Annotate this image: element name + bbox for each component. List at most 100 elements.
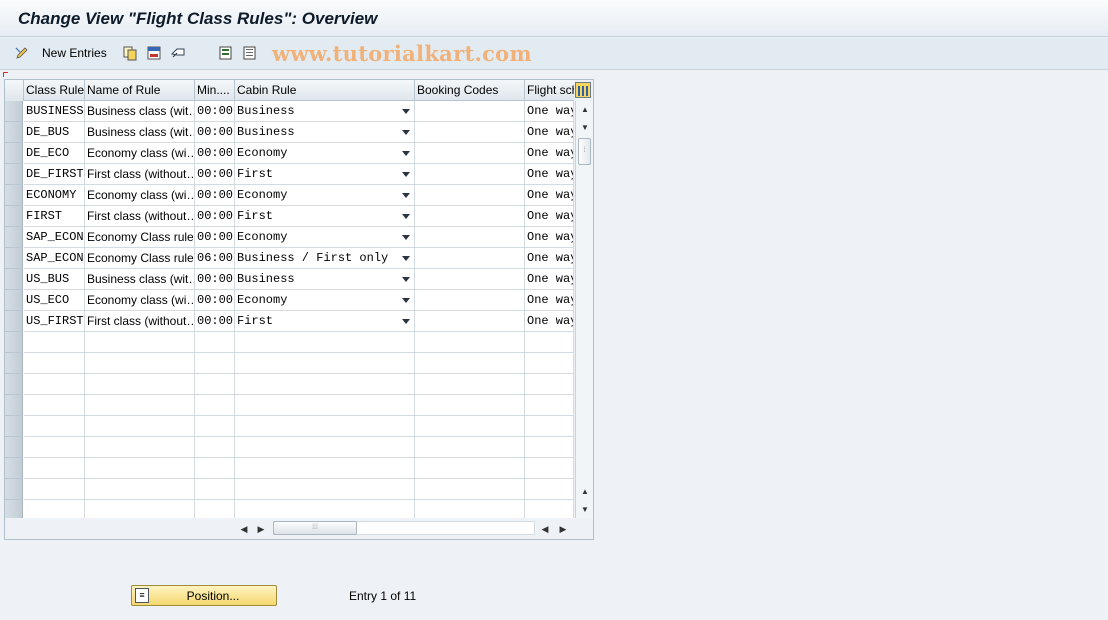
cell-name-of-rule-text: Economy Class rules xyxy=(87,230,195,244)
scroll-far-left-icon[interactable]: ◀ xyxy=(539,523,551,535)
column-header-booking-codes[interactable]: Booking Codes xyxy=(415,80,525,101)
column-header-cabin-rule[interactable]: Cabin Rule xyxy=(235,80,415,101)
vertical-scrollbar[interactable]: ▲ ▼ ⁞ ▲ ▼ xyxy=(575,101,593,518)
new-entries-button[interactable]: New Entries xyxy=(42,46,107,60)
cell-min[interactable]: 00:00 xyxy=(195,227,235,248)
dropdown-arrow-icon[interactable] xyxy=(402,193,410,198)
cell-min[interactable]: 06:00 xyxy=(195,248,235,269)
cell-cabin-rule[interactable]: Business xyxy=(235,122,415,143)
horizontal-scrollbar[interactable]: ◀ ▶ ⁞⁞⁞ ◀ ▶ xyxy=(5,519,593,539)
row-selector[interactable] xyxy=(5,311,23,332)
cell-cabin-rule[interactable]: First xyxy=(235,311,415,332)
column-header-class-rule[interactable]: Class Rule xyxy=(24,80,85,101)
row-selector[interactable] xyxy=(5,500,23,518)
dropdown-arrow-icon[interactable] xyxy=(402,109,410,114)
cell-booking-codes[interactable] xyxy=(415,227,525,248)
row-selector[interactable] xyxy=(5,143,23,164)
row-selector[interactable] xyxy=(5,374,23,395)
undo-icon[interactable] xyxy=(170,45,186,61)
scroll-page-up-icon[interactable]: ▼ xyxy=(579,121,591,133)
scroll-left-icon[interactable]: ◀ xyxy=(238,523,250,535)
dropdown-arrow-icon[interactable] xyxy=(402,214,410,219)
delete-icon[interactable] xyxy=(146,45,162,61)
cell-min[interactable]: 00:00 xyxy=(195,206,235,227)
row-selector[interactable] xyxy=(5,248,23,269)
application-toolbar: New Entries www.tutorialkart.com xyxy=(0,38,1108,70)
vertical-scroll-thumb[interactable]: ⁞ xyxy=(578,138,591,165)
cell-cabin-rule[interactable]: Business xyxy=(235,269,415,290)
cell-min[interactable]: 00:00 xyxy=(195,185,235,206)
row-selector[interactable] xyxy=(5,185,23,206)
column-header-flight-schedule[interactable]: Flight sch xyxy=(525,80,574,101)
cell-class-rule xyxy=(24,500,85,518)
cell-booking-codes[interactable] xyxy=(415,122,525,143)
cell-booking-codes[interactable] xyxy=(415,269,525,290)
cell-booking-codes[interactable] xyxy=(415,185,525,206)
dropdown-arrow-icon[interactable] xyxy=(402,151,410,156)
row-selector[interactable] xyxy=(5,437,23,458)
column-header-name-of-rule[interactable]: Name of Rule xyxy=(85,80,195,101)
cell-booking-codes[interactable] xyxy=(415,101,525,122)
scroll-right-icon[interactable]: ▶ xyxy=(255,523,267,535)
dropdown-arrow-icon[interactable] xyxy=(402,256,410,261)
position-button[interactable]: ≡ Position... xyxy=(131,585,277,606)
scroll-up-top-icon[interactable]: ▲ xyxy=(579,103,591,115)
scroll-far-right-icon[interactable]: ▶ xyxy=(557,523,569,535)
cell-booking-codes[interactable] xyxy=(415,143,525,164)
row-selector[interactable] xyxy=(5,416,23,437)
cell-min[interactable]: 00:00 xyxy=(195,122,235,143)
cell-name-of-rule: Economy class (wi… xyxy=(85,143,195,164)
horizontal-scroll-thumb[interactable]: ⁞⁞⁞ xyxy=(273,521,357,535)
row-selector[interactable] xyxy=(5,395,23,416)
cell-min[interactable]: 00:00 xyxy=(195,290,235,311)
dropdown-arrow-icon[interactable] xyxy=(402,277,410,282)
cell-cabin-rule[interactable]: Economy xyxy=(235,227,415,248)
cell-min[interactable]: 00:00 xyxy=(195,269,235,290)
row-selector[interactable] xyxy=(5,164,23,185)
dropdown-arrow-icon[interactable] xyxy=(402,235,410,240)
edit-pencil-icon[interactable] xyxy=(14,45,30,61)
column-settings-icon[interactable] xyxy=(575,82,591,98)
dropdown-arrow-icon[interactable] xyxy=(402,130,410,135)
cell-booking-codes[interactable] xyxy=(415,248,525,269)
copy-icon[interactable] xyxy=(122,45,138,61)
scroll-down-icon[interactable]: ▼ xyxy=(579,503,591,515)
table-row: US_BUS Business class (wit… 00:00 Business O… xyxy=(5,269,574,290)
select-all-rows-corner[interactable] xyxy=(5,80,24,101)
row-selector[interactable] xyxy=(5,353,23,374)
cell-booking-codes[interactable] xyxy=(415,290,525,311)
row-selector[interactable] xyxy=(5,101,23,122)
row-selector[interactable] xyxy=(5,332,23,353)
cell-cabin-rule[interactable]: First xyxy=(235,206,415,227)
cell-booking-codes[interactable] xyxy=(415,206,525,227)
row-selector[interactable] xyxy=(5,290,23,311)
cell-min[interactable]: 00:00 xyxy=(195,101,235,122)
column-header-min[interactable]: Min.... xyxy=(195,80,235,101)
table-row: DE_FIRST First class (without… 00:00 First O… xyxy=(5,164,574,185)
cell-min[interactable]: 00:00 xyxy=(195,143,235,164)
dropdown-arrow-icon[interactable] xyxy=(402,319,410,324)
deselect-all-icon[interactable] xyxy=(242,45,258,61)
dropdown-arrow-icon[interactable] xyxy=(402,298,410,303)
table-row xyxy=(5,332,574,353)
cell-cabin-rule[interactable]: Economy xyxy=(235,185,415,206)
cell-name-of-rule: Economy Class rules xyxy=(85,227,195,248)
row-selector[interactable] xyxy=(5,479,23,500)
cell-min[interactable]: 00:00 xyxy=(195,311,235,332)
cell-min[interactable]: 00:00 xyxy=(195,164,235,185)
select-all-icon[interactable] xyxy=(218,45,234,61)
row-selector[interactable] xyxy=(5,227,23,248)
cell-cabin-rule[interactable]: First xyxy=(235,164,415,185)
row-selector[interactable] xyxy=(5,269,23,290)
row-selector[interactable] xyxy=(5,458,23,479)
scroll-up-icon[interactable]: ▲ xyxy=(579,485,591,497)
dropdown-arrow-icon[interactable] xyxy=(402,172,410,177)
row-selector[interactable] xyxy=(5,122,23,143)
cell-cabin-rule[interactable]: Economy xyxy=(235,143,415,164)
cell-booking-codes[interactable] xyxy=(415,164,525,185)
row-selector[interactable] xyxy=(5,206,23,227)
cell-booking-codes[interactable] xyxy=(415,311,525,332)
cell-cabin-rule[interactable]: Business / First only xyxy=(235,248,415,269)
cell-cabin-rule[interactable]: Economy xyxy=(235,290,415,311)
cell-cabin-rule[interactable]: Business xyxy=(235,101,415,122)
